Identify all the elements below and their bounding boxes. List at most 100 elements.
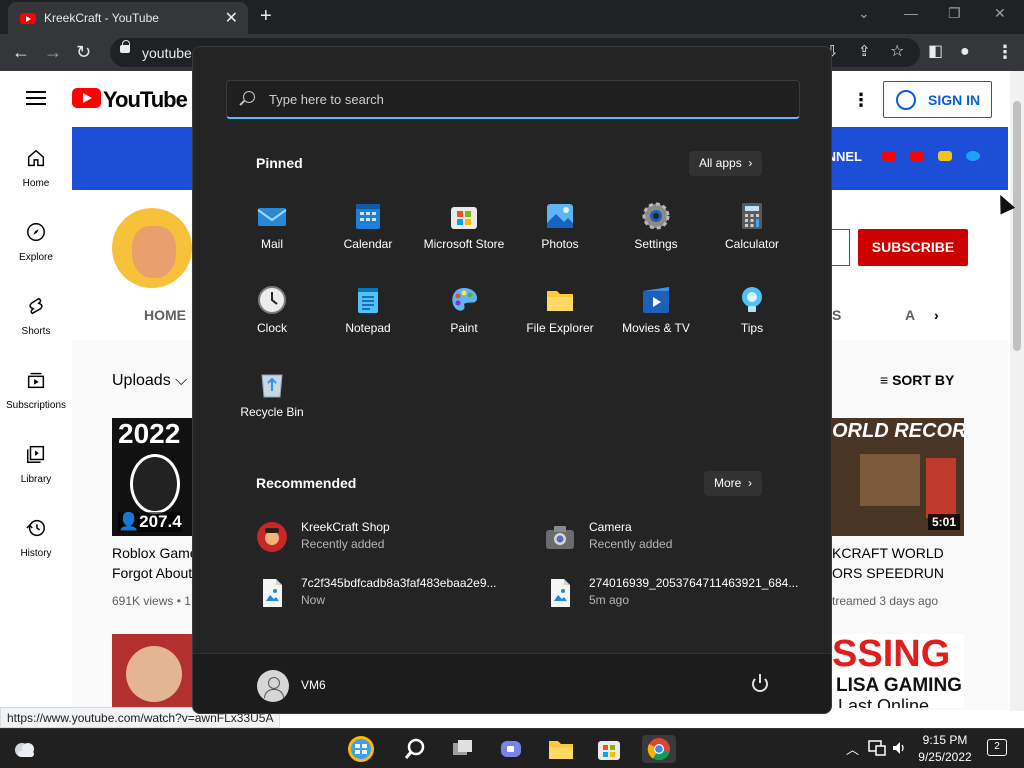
tab-partial-a[interactable]: A <box>905 307 915 323</box>
user-name[interactable]: VM6 <box>301 678 326 692</box>
chrome-icon[interactable] <box>642 735 676 763</box>
video-thumbnail-2[interactable] <box>112 634 192 708</box>
pinned-app-recycle-bin[interactable]: Recycle Bin <box>224 361 320 441</box>
task-view-icon[interactable] <box>448 735 478 763</box>
restore-button[interactable]: ❐ <box>948 5 961 22</box>
subscribe-button[interactable]: SUBSCRIBE <box>858 229 968 266</box>
sidebar-item-library[interactable]: Library <box>0 431 72 491</box>
page-scrollbar[interactable] <box>1010 71 1024 711</box>
pinned-app-paint[interactable]: Paint <box>416 277 512 357</box>
app-name: Tips <box>740 321 764 335</box>
store-social-icon[interactable] <box>938 151 952 161</box>
tab-search-icon[interactable]: ⌄ <box>858 5 870 22</box>
forward-arrow-icon[interactable]: → <box>44 41 62 63</box>
pinned-app-notepad[interactable]: Notepad <box>320 277 416 357</box>
file-explorer-icon[interactable] <box>546 735 576 763</box>
chevron-down-icon: ⌵ <box>175 372 188 389</box>
pinned-app-calculator[interactable]: Calculator <box>704 193 800 273</box>
back-arrow-icon[interactable]: ← <box>12 41 30 63</box>
join-button[interactable] <box>830 229 850 266</box>
home-icon <box>27 149 45 167</box>
kreekcraft-shop-icon <box>257 522 287 552</box>
youtube-logo-text[interactable]: YouTube <box>103 87 188 113</box>
sidebar-item-label: Home <box>22 178 50 189</box>
teams-chat-icon[interactable] <box>496 735 526 763</box>
chevron-up-icon[interactable]: ︿ <box>846 739 859 758</box>
windows-start-icon[interactable] <box>346 735 376 763</box>
sidebar-item-subscriptions[interactable]: Subscriptions <box>0 357 72 417</box>
recommended-item[interactable]: KreekCraft Shop Recently added <box>256 519 516 559</box>
sidebar-item-home[interactable]: Home <box>0 135 72 195</box>
taskbar-clock[interactable]: 9:15 PM 9/25/2022 <box>910 732 980 766</box>
video-thumbnail-4[interactable]: SSING LISA GAMING Last Online <box>832 634 964 708</box>
tab-title: KreekCraft - YouTube <box>44 11 159 25</box>
search-icon[interactable] <box>400 735 430 763</box>
pinned-app-photos[interactable]: Photos <box>512 193 608 273</box>
youtube-logo-icon[interactable] <box>72 88 101 108</box>
tab-partial-s[interactable]: S <box>832 307 841 323</box>
video-thumbnail-3[interactable]: ORLD RECORD 5:01 <box>832 418 964 536</box>
more-button[interactable]: More › <box>704 471 763 496</box>
pinned-app-file-explorer[interactable]: File Explorer <box>512 277 608 357</box>
microsoft-store-icon[interactable] <box>594 735 624 763</box>
thumbnail-text: 2022 <box>118 418 181 449</box>
user-avatar-icon[interactable] <box>257 670 289 702</box>
settings-menu-icon[interactable]: ⋮ <box>852 90 870 111</box>
uploads-dropdown[interactable]: Uploads ⌵ <box>112 372 187 390</box>
start-search-input[interactable]: Type here to search <box>226 80 800 119</box>
twitter-icon[interactable] <box>966 151 980 161</box>
tab-close-button[interactable]: ✕ <box>225 8 238 28</box>
side-panel-icon[interactable]: ◧ <box>928 41 943 63</box>
share-icon[interactable]: ⇪ <box>858 41 871 63</box>
library-icon <box>27 445 45 463</box>
pinned-app-movies-tv[interactable]: Movies & TV <box>608 277 704 357</box>
chrome-menu-icon[interactable]: ⋮ <box>996 41 1014 63</box>
minimize-button[interactable]: — <box>904 5 918 21</box>
recommended-title-text: KreekCraft Shop <box>301 520 390 534</box>
video-thumbnail[interactable]: 2022 👤207.4 <box>112 418 192 536</box>
pinned-app-settings[interactable]: Settings <box>608 193 704 273</box>
all-apps-button[interactable]: All apps › <box>689 151 763 176</box>
bookmark-star-icon[interactable]: ☆ <box>890 41 904 63</box>
volume-icon[interactable] <box>891 741 907 755</box>
recommended-item[interactable]: 274016939_2053764711463921_684... 5m ago <box>544 575 804 615</box>
recycle-bin-icon <box>261 374 283 398</box>
notification-center-icon[interactable]: 2 <box>987 739 1007 756</box>
tips-icon <box>742 287 762 312</box>
sidebar-item-shorts[interactable]: Shorts <box>0 283 72 343</box>
reload-icon[interactable]: ↻ <box>76 41 91 63</box>
youtube-social-icon-2[interactable] <box>910 151 924 161</box>
weather-icon[interactable] <box>12 738 38 760</box>
sidebar-item-history[interactable]: History <box>0 505 72 565</box>
channel-avatar[interactable] <box>112 208 192 288</box>
pinned-app-calendar[interactable]: Calendar <box>320 193 416 273</box>
hamburger-menu-icon[interactable] <box>26 91 46 105</box>
recommended-item[interactable]: 7c2f345bdfcadb8a3faf483ebaa2e9... Now <box>256 575 516 615</box>
power-icon[interactable] <box>752 674 768 692</box>
start-footer: VM6 <box>193 653 831 713</box>
recommended-item[interactable]: Camera Recently added <box>544 519 804 559</box>
pinned-app-tips[interactable]: Tips <box>704 277 800 357</box>
close-window-button[interactable]: ✕ <box>994 5 1006 22</box>
pinned-app-clock[interactable]: Clock <box>224 277 320 357</box>
profile-icon[interactable]: ● <box>960 41 970 63</box>
sidebar-item-explore[interactable]: Explore <box>0 209 72 269</box>
chevron-right-icon[interactable]: › <box>934 307 939 323</box>
account-circle-icon <box>896 90 916 110</box>
pinned-app-mail[interactable]: Mail <box>224 193 320 273</box>
new-tab-button[interactable]: + <box>260 5 272 28</box>
sort-by-button[interactable]: ≡ SORT BY <box>880 372 954 388</box>
video-title[interactable]: Roblox Game Forgot About <box>112 543 192 583</box>
scrollbar-thumb[interactable] <box>1013 101 1021 351</box>
video-title-3[interactable]: KCRAFT WORLD ORS SPEEDRUN <box>832 543 972 583</box>
browser-tab[interactable]: KreekCraft - YouTube ✕ <box>8 2 248 34</box>
sign-in-button[interactable]: SIGN IN <box>883 81 992 118</box>
network-icon[interactable] <box>868 740 886 756</box>
tab-home[interactable]: HOME <box>144 307 186 323</box>
paint-icon <box>452 288 477 311</box>
image-file-icon <box>263 579 282 607</box>
pinned-app-microsoft-store[interactable]: Microsoft Store <box>416 193 512 273</box>
youtube-social-icon[interactable] <box>882 151 896 161</box>
thumbnail-text-3: Last Online <box>838 696 930 708</box>
thumbnail-scene <box>860 454 920 506</box>
